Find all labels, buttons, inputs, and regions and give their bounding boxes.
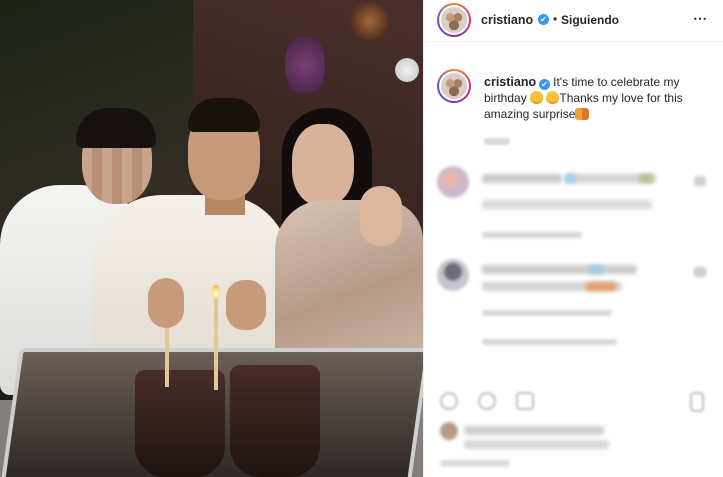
woman-hand — [360, 186, 402, 246]
likes-text-blurred — [464, 440, 609, 449]
caption-time-blurred — [484, 138, 510, 145]
comment-username-blurred — [482, 174, 562, 183]
comment-meta-blurred — [482, 339, 617, 345]
post-photo[interactable] — [0, 0, 423, 477]
post-actions — [424, 380, 723, 420]
comment-text-blurred — [482, 265, 637, 274]
avatar[interactable] — [437, 259, 469, 291]
avatar — [440, 422, 458, 440]
comment-icon[interactable] — [478, 392, 496, 410]
post-side-panel: cristiano ✔ • Siguiendo ⋯ cristiano ✔ It's… — [423, 0, 723, 477]
orchid-decoration — [285, 30, 325, 100]
couple-emoji-icon — [575, 108, 590, 120]
man-hair — [188, 98, 260, 132]
comment-emoji-blurred — [586, 282, 616, 291]
following-button[interactable]: Siguiendo — [561, 13, 619, 27]
post-header: cristiano ✔ • Siguiendo ⋯ — [424, 0, 723, 42]
flower-decoration — [395, 58, 419, 82]
candle-flame — [212, 285, 220, 299]
comment-emoji-blurred — [564, 174, 576, 183]
like-comment-icon[interactable] — [694, 267, 706, 277]
lamp-decoration — [347, 2, 393, 40]
glass-decoration — [230, 365, 320, 477]
avatar[interactable] — [437, 166, 469, 198]
comment-meta-blurred — [482, 232, 582, 238]
caption-text: cristiano ✔ It's time to celebrate my birt… — [484, 74, 709, 122]
smiling-face-emoji-icon — [530, 91, 544, 104]
verified-badge-icon: ✔ — [539, 79, 551, 90]
like-comment-icon[interactable] — [694, 176, 706, 186]
timestamp-blurred — [440, 460, 510, 467]
header-username[interactable]: cristiano — [481, 13, 533, 27]
thumbs-up-hand — [148, 278, 184, 328]
share-icon[interactable] — [516, 392, 534, 410]
comment-emoji-blurred — [639, 174, 653, 183]
avatar[interactable] — [437, 3, 471, 37]
comment-emoji-blurred — [589, 265, 603, 274]
glass-decoration — [135, 370, 225, 477]
smiling-face-emoji-icon — [546, 91, 560, 104]
verified-badge-icon: ✔ — [538, 14, 549, 25]
avatar[interactable] — [437, 69, 471, 103]
woman-face — [292, 124, 354, 206]
caption-username[interactable]: cristiano — [484, 75, 536, 89]
likes-summary-blurred — [440, 422, 720, 452]
more-options-icon[interactable]: ⋯ — [693, 10, 708, 27]
comment-text-blurred — [482, 200, 652, 209]
save-icon[interactable] — [690, 392, 704, 412]
likes-text-blurred — [464, 426, 604, 435]
separator-dot: • — [553, 12, 558, 26]
candle — [214, 298, 218, 390]
like-icon[interactable] — [440, 392, 458, 410]
thumbs-up-hand — [226, 280, 266, 330]
comment-meta-blurred — [482, 310, 612, 316]
